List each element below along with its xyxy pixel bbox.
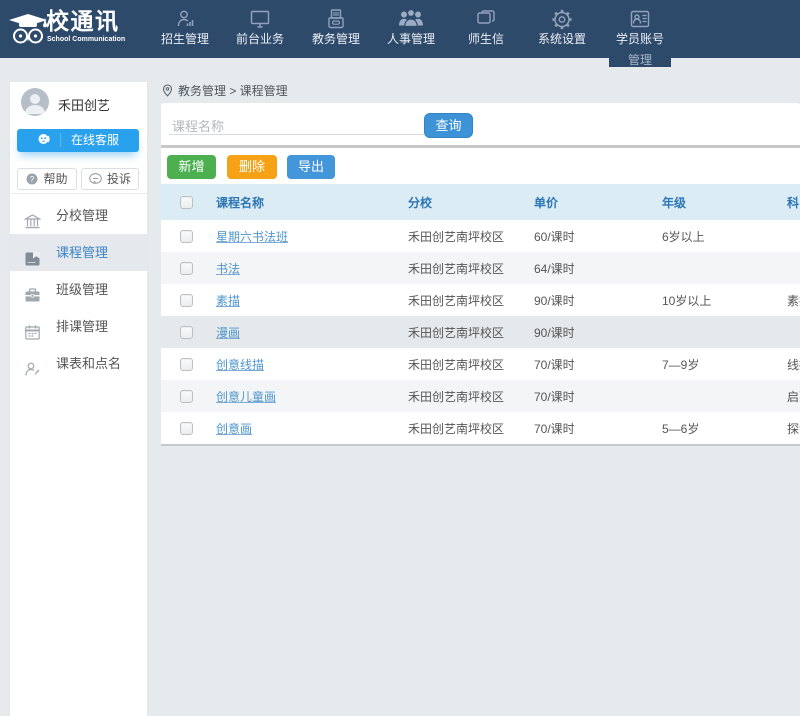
svg-text:?: ? (30, 175, 35, 184)
